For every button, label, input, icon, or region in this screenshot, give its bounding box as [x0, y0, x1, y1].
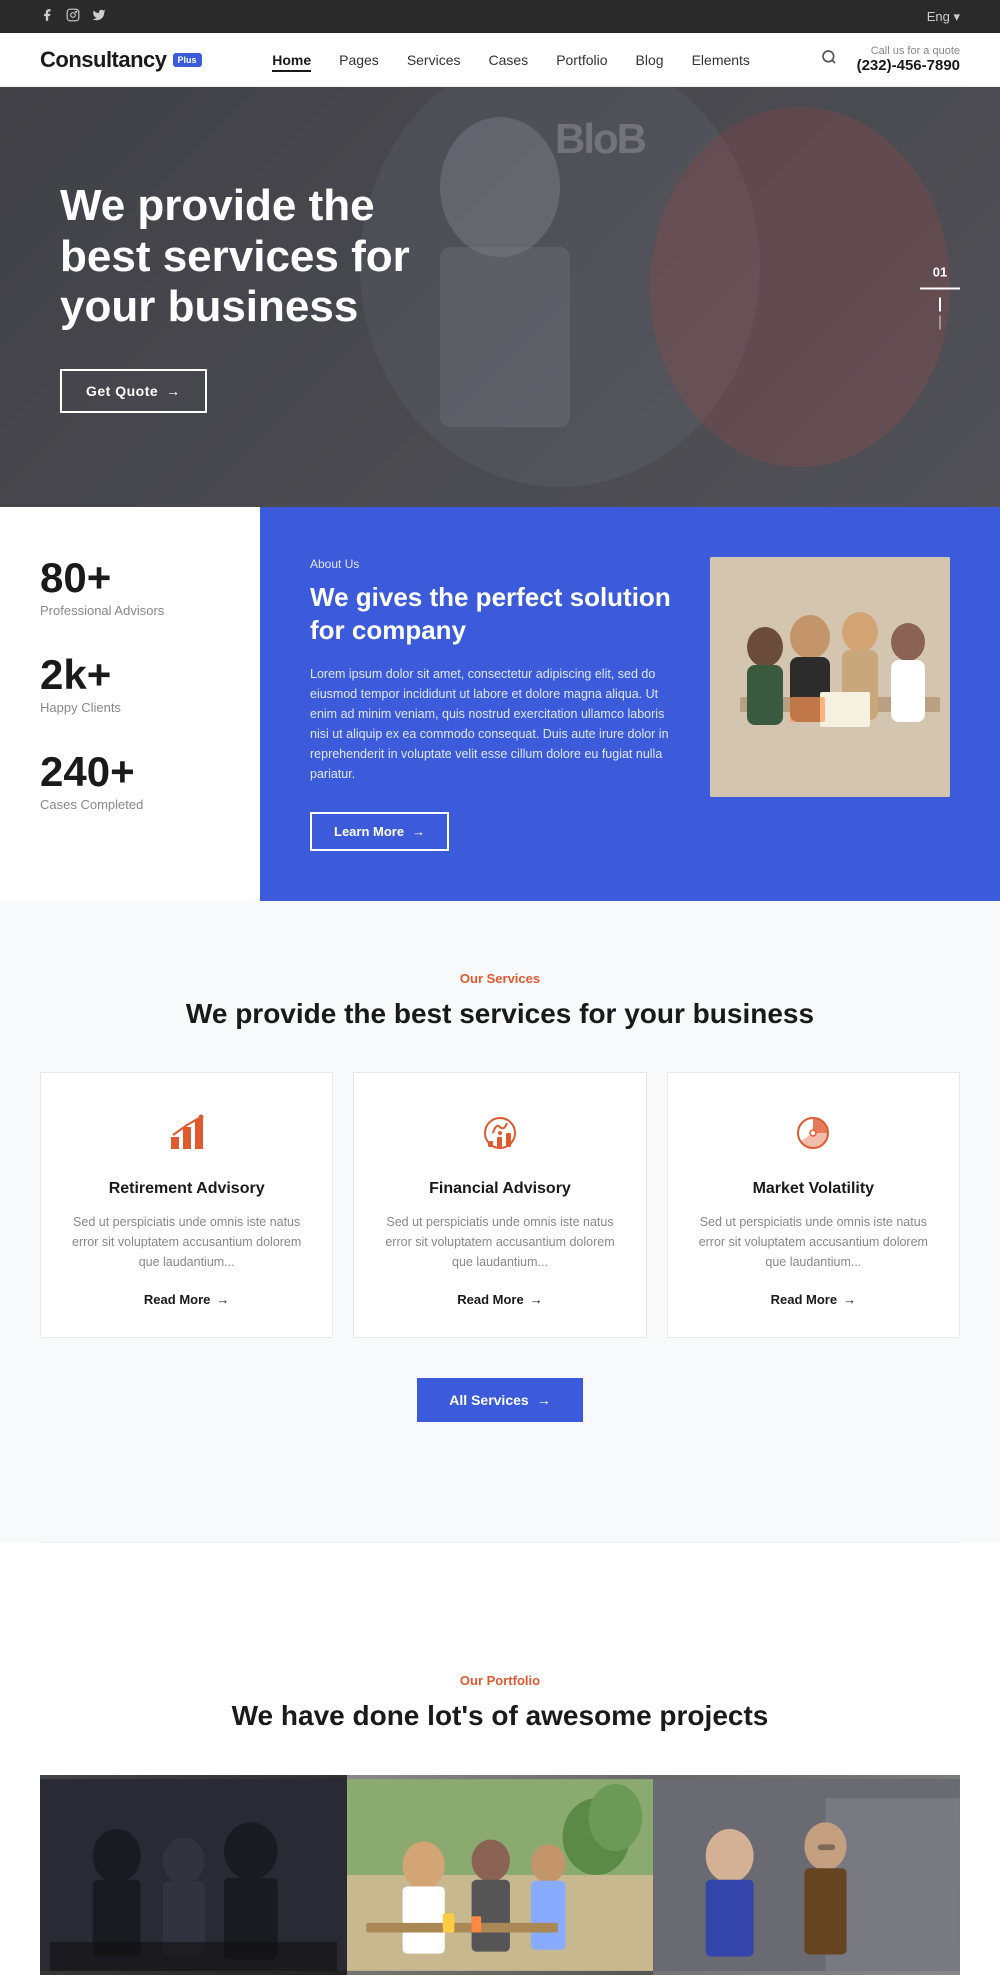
- service-market-desc: Sed ut perspiciatis unde omnis iste natu…: [696, 1212, 931, 1272]
- about-image: [710, 557, 950, 797]
- portfolio-grid: [40, 1775, 960, 1975]
- service-card-market: Market Volatility Sed ut perspiciatis un…: [667, 1072, 960, 1338]
- nav-pages[interactable]: Pages: [339, 52, 379, 68]
- nav-services[interactable]: Services: [407, 52, 461, 68]
- stat-clients-number: 2k+: [40, 654, 220, 696]
- stat-advisors: 80+ Professional Advisors: [40, 557, 220, 618]
- logo[interactable]: Consultancy Plus: [40, 47, 202, 73]
- services-grid: Retirement Advisory Sed ut perspiciatis …: [40, 1072, 960, 1338]
- stat-clients-label: Happy Clients: [40, 700, 220, 715]
- spacer: [0, 1482, 1000, 1542]
- hero-indicators: 01: [920, 265, 960, 330]
- stat-advisors-number: 80+: [40, 557, 220, 599]
- stat-advisors-label: Professional Advisors: [40, 603, 220, 618]
- search-icon[interactable]: [821, 49, 837, 70]
- slide-dot-2[interactable]: [939, 316, 941, 330]
- nav-cases[interactable]: Cases: [489, 52, 529, 68]
- hero-section: We provide the best services for your bu…: [0, 87, 1000, 507]
- financial-icon: [480, 1113, 520, 1162]
- services-tag: Our Services: [40, 971, 960, 986]
- stat-cases: 240+ Cases Completed: [40, 751, 220, 812]
- all-services-button[interactable]: All Services →: [417, 1378, 582, 1422]
- hero-title: We provide the best services for your bu…: [60, 181, 420, 333]
- nav-blog[interactable]: Blog: [636, 52, 664, 68]
- nav-elements[interactable]: Elements: [692, 52, 750, 68]
- call-info: Call us for a quote (232)-456-7890: [857, 45, 960, 74]
- nav-home[interactable]: Home: [272, 52, 311, 68]
- about-body: Lorem ipsum dolor sit amet, consectetur …: [310, 664, 680, 784]
- nav-portfolio[interactable]: Portfolio: [556, 52, 607, 68]
- get-quote-button[interactable]: Get Quote →: [60, 369, 207, 413]
- service-financial-desc: Sed ut perspiciatis unde omnis iste natu…: [382, 1212, 617, 1272]
- portfolio-item-1[interactable]: [40, 1775, 347, 1975]
- portfolio-section: Our Portfolio We have done lot's of awes…: [0, 1603, 1000, 1974]
- logo-badge: Plus: [173, 53, 202, 67]
- logo-text: Consultancy: [40, 47, 167, 73]
- slide-number: 01: [933, 265, 947, 280]
- stat-cases-number: 240+: [40, 751, 220, 793]
- call-label: Call us for a quote: [857, 45, 960, 57]
- stats-about-section: 80+ Professional Advisors 2k+ Happy Clie…: [0, 507, 1000, 901]
- service-market-name: Market Volatility: [753, 1180, 875, 1198]
- market-icon: [793, 1113, 833, 1162]
- portfolio-item-2[interactable]: [347, 1775, 654, 1975]
- social-links: [40, 8, 106, 25]
- all-services-wrap: All Services →: [40, 1378, 960, 1442]
- stats-column: 80+ Professional Advisors 2k+ Happy Clie…: [0, 507, 260, 901]
- read-more-retirement[interactable]: Read More →: [144, 1292, 229, 1307]
- service-card-retirement: Retirement Advisory Sed ut perspiciatis …: [40, 1072, 333, 1338]
- service-retirement-desc: Sed ut perspiciatis unde omnis iste natu…: [69, 1212, 304, 1272]
- portfolio-tag: Our Portfolio: [40, 1673, 960, 1688]
- hero-content: We provide the best services for your bu…: [0, 181, 480, 413]
- header-right: Call us for a quote (232)-456-7890: [821, 45, 960, 74]
- read-more-financial[interactable]: Read More →: [457, 1292, 542, 1307]
- stat-cases-label: Cases Completed: [40, 797, 220, 812]
- facebook-icon[interactable]: [40, 8, 54, 25]
- header: Consultancy Plus Home Pages Services Cas…: [0, 33, 1000, 87]
- language-selector[interactable]: Eng ▾: [927, 9, 960, 25]
- service-card-financial: Financial Advisory Sed ut perspiciatis u…: [353, 1072, 646, 1338]
- twitter-icon[interactable]: [92, 8, 106, 25]
- main-nav: Home Pages Services Cases Portfolio Blog…: [272, 52, 750, 68]
- about-column: About Us We gives the perfect solution f…: [260, 507, 1000, 901]
- spacer2: [0, 1543, 1000, 1603]
- services-section: Our Services We provide the best service…: [0, 901, 1000, 1482]
- slide-dots: [939, 298, 941, 330]
- service-retirement-name: Retirement Advisory: [109, 1180, 265, 1198]
- about-tag: About Us: [310, 557, 680, 571]
- slide-line: [920, 288, 960, 290]
- about-title: We gives the perfect solution for compan…: [310, 581, 680, 646]
- services-title: We provide the best services for your bu…: [40, 996, 960, 1032]
- service-financial-name: Financial Advisory: [429, 1180, 571, 1198]
- retirement-icon: [167, 1113, 207, 1162]
- call-number: (232)-456-7890: [857, 57, 960, 74]
- about-text: About Us We gives the perfect solution f…: [310, 557, 680, 851]
- read-more-market[interactable]: Read More →: [771, 1292, 856, 1307]
- top-bar: Eng ▾: [0, 0, 1000, 33]
- learn-more-button[interactable]: Learn More →: [310, 812, 449, 851]
- stat-clients: 2k+ Happy Clients: [40, 654, 220, 715]
- portfolio-item-3[interactable]: [653, 1775, 960, 1975]
- portfolio-title: We have done lot's of awesome projects: [40, 1698, 960, 1734]
- slide-dot-1[interactable]: [939, 298, 941, 312]
- instagram-icon[interactable]: [66, 8, 80, 25]
